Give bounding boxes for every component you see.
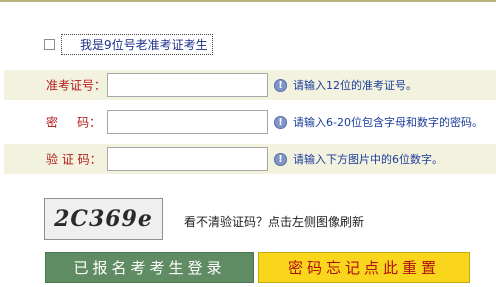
captcha-image[interactable]: 2C369e (44, 198, 163, 240)
captcha-label: 验 证 码： (46, 152, 102, 167)
captcha-image-text[interactable]: 2C369e (45, 199, 162, 239)
exam-number-hint: ! 请输入12位的准考证号。 (274, 77, 417, 93)
captcha-field[interactable] (107, 147, 268, 171)
captcha-row: 验 证 码： ! 请输入下方图片中的6位数字。 (4, 144, 496, 174)
exam-number-field[interactable] (107, 73, 268, 97)
password-input[interactable] (108, 111, 267, 133)
password-label: 密 码： (46, 115, 102, 130)
exam-number-label: 准考证号： (46, 78, 107, 93)
captcha-refresh-tip: 看不清验证码？点击左侧图像刷新 (184, 215, 365, 229)
captcha-hint-text: 请输入下方图片中的6位数字。 (293, 153, 443, 166)
info-icon: ! (274, 115, 287, 129)
captcha-hint: ! 请输入下方图片中的6位数字。 (274, 151, 443, 167)
captcha-input[interactable] (108, 148, 267, 170)
old-candidate-checkbox[interactable] (44, 38, 55, 50)
old-candidate-row[interactable]: 我是9位号老准考证考生 (44, 33, 213, 55)
exam-number-input[interactable] (108, 74, 267, 96)
password-hint: ! 请输入6-20位包含字母和数字的密码。 (274, 114, 483, 130)
exam-number-row: 准考证号： ! 请输入12位的准考证号。 (4, 70, 496, 100)
password-row: 密 码： ! 请输入6-20位包含字母和数字的密码。 (4, 107, 496, 137)
old-candidate-label[interactable]: 我是9位号老准考证考生 (61, 33, 213, 55)
info-icon: ! (274, 152, 287, 166)
top-divider (0, 0, 496, 2)
reset-password-button[interactable]: 密码忘记点此重置 (258, 252, 470, 283)
password-field[interactable] (107, 110, 268, 134)
info-icon: ! (274, 78, 287, 92)
login-button[interactable]: 已报名考考生登录 (45, 252, 254, 283)
password-hint-text: 请输入6-20位包含字母和数字的密码。 (293, 116, 483, 129)
exam-number-hint-text: 请输入12位的准考证号。 (293, 79, 417, 92)
